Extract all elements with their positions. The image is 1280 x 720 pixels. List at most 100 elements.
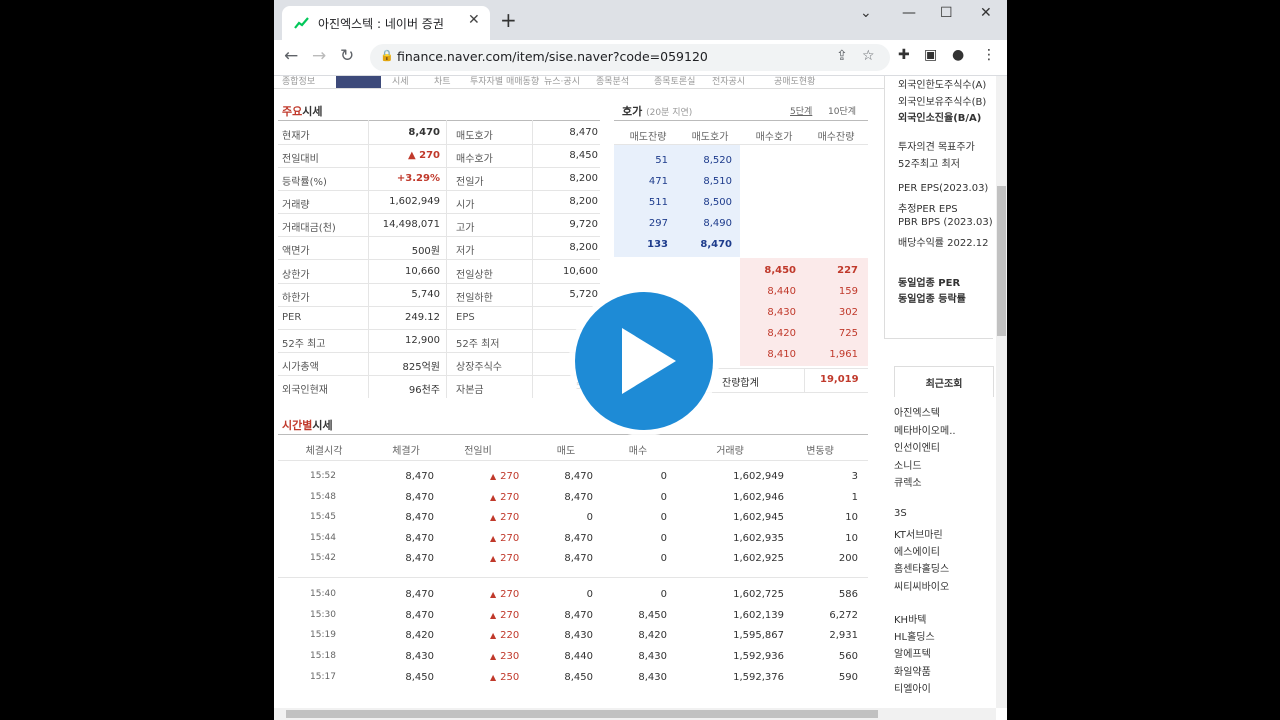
subtab-item[interactable]: 종목분석 [596,76,629,87]
volume-cell: 1,602,139 [733,609,784,621]
subtab-item[interactable]: 시세 [392,76,409,87]
buy-cell: 0 [660,471,667,482]
scroll-thumb[interactable] [286,710,878,718]
ten-level-option[interactable]: 10단계 [828,104,856,117]
recent-item[interactable]: 큐렉소 [894,474,922,489]
sell-cell: 8,430 [564,630,593,642]
time-quote-column-header: 체결가 [392,446,420,457]
quote-label: 거래대금(천) [282,223,336,234]
stock-info-item[interactable]: PBR BPS (2023.03) [898,217,993,228]
time-quote-title: 시간별시세 [282,419,333,432]
close-icon[interactable]: ✕ [468,12,480,28]
recent-item[interactable]: KT서브마린 [894,526,943,541]
time-cell: 15:18 [310,651,336,662]
scroll-thumb[interactable] [997,186,1006,336]
tab-search-icon[interactable]: ⌄ [860,5,872,21]
time-quote-column-header: 전일비 [464,446,492,457]
stock-info-item: 외국인보유주식수(B) [898,97,987,108]
star-icon[interactable]: ☆ [862,48,875,64]
horizontal-scrollbar[interactable] [274,708,996,720]
maximize-icon[interactable]: ☐ [940,5,953,21]
url-text: finance.naver.com/item/sise.naver?code=0… [397,49,708,64]
recent-item[interactable]: 티엘아이 [894,680,931,695]
recent-item[interactable]: HL홀딩스 [894,628,935,643]
subtab-item[interactable]: 투자자별 매매동향 [470,76,539,87]
browser-tab[interactable]: 아진엑스텍 : 네이버 증권 ✕ [282,6,490,40]
quote-label: 하한가 [282,293,310,304]
divider [804,368,805,392]
divider [278,352,600,353]
change-cell: 3 [851,471,858,482]
sell-cell: 0 [586,589,593,600]
quote-label: 52주 최고 [282,339,326,350]
stock-info-item: 외국인한도주식수(A) [898,80,987,91]
stock-info-item: 외국인소진율(B/A) [898,113,982,124]
recent-item[interactable]: 메타바이오메.. [894,422,956,437]
close-window-icon[interactable]: ✕ [980,5,992,21]
subtab-active-indicator [336,76,381,88]
ask-price: 8,470 [700,239,732,250]
subtab-item[interactable]: 종목토론실 [654,76,695,87]
stock-info-item[interactable]: 동일업종 PER [898,274,960,289]
side-panel-icon[interactable]: ▣ [924,47,937,63]
stock-info-item[interactable]: 배당수익률 2022.12 [898,234,989,249]
volume-cell: 1,602,935 [733,532,784,544]
quote-label: EPS [456,312,475,323]
subtab-item[interactable]: 전자공시 [712,76,745,87]
back-icon[interactable]: ← [284,46,298,66]
vertical-scrollbar[interactable] [996,76,1007,708]
up-arrow-icon: ▲ [490,652,497,662]
quote-label: PER [282,312,302,323]
recent-item[interactable]: 3S [894,508,907,519]
volume-cell: 1,595,867 [733,630,784,642]
extensions-icon[interactable]: ✚ [898,47,910,63]
stock-info-item[interactable]: 추정PER EPS [898,200,958,215]
time-cell: 15:30 [310,609,336,620]
quote-value: 96천주 [408,385,440,396]
stock-info-item[interactable]: 동일업종 등락률 [898,290,966,305]
recent-item[interactable]: 인선이엔티 [894,439,940,454]
subtab-item[interactable]: 종합정보 [282,76,315,87]
forward-icon[interactable]: → [312,46,326,66]
five-level-option[interactable]: 5단계 [790,104,812,117]
address-bar[interactable]: 🔒 finance.naver.com/item/sise.naver?code… [370,44,890,71]
change-cell: 586 [838,589,858,600]
quote-label: 고가 [456,223,475,234]
subtab-item[interactable]: 차트 [434,76,451,87]
menu-icon[interactable]: ⋮ [982,47,996,63]
divider [278,460,868,461]
recent-item[interactable]: 알에프텍 [894,645,931,660]
price-cell: 8,470 [405,512,434,523]
subtab-item[interactable]: 공매도현황 [774,76,815,87]
recent-item[interactable]: 에스에이티 [894,543,940,558]
price-cell: 8,450 [405,671,434,683]
recent-item[interactable]: 아진엑스텍 [894,404,940,419]
play-icon [622,328,676,394]
total-bid-qty: 19,019 [820,374,859,385]
profile-avatar-icon[interactable]: ● [952,47,964,63]
stock-info-item[interactable]: 52주최고 최저 [898,155,960,170]
share-icon[interactable]: ⇪ [836,48,848,64]
recent-item[interactable]: 씨티씨바이오 [894,578,949,593]
stock-info-item[interactable]: PER EPS(2023.03) [898,183,988,194]
minimize-icon[interactable]: — [902,5,916,21]
quote-value: 8,470 [408,127,440,138]
diff-value: 250 [500,671,520,683]
diff-cell: ▲ 270 [490,589,519,600]
recent-item[interactable]: 화일약품 [894,663,931,678]
price-cell: 8,470 [405,532,434,544]
up-arrow-icon: ▲ [490,533,497,543]
reload-icon[interactable]: ↻ [340,46,354,66]
stock-info-item[interactable]: 투자의견 목표주가 [898,138,975,153]
recent-item[interactable]: KH바텍 [894,611,926,626]
tab-strip: 아진엑스텍 : 네이버 증권 ✕ + ⌄ — ☐ ✕ [274,0,1007,40]
subtab-item[interactable]: 뉴스·공시 [544,76,580,87]
recent-item[interactable]: 소니드 [894,457,922,472]
quote-label: 전일가 [456,177,484,188]
new-tab-icon[interactable]: + [500,8,517,32]
main-quote-title: 주요시세 [282,105,323,118]
buy-cell: 8,430 [638,651,667,663]
recent-item[interactable]: 홈센타홀딩스 [894,560,949,575]
play-button[interactable] [575,292,713,430]
sub-navigation: 종합정보 시세 차트 투자자별 매매동향 뉴스·공시 종목분석 종목토론실 전자공시 공매도현황 [274,76,884,89]
